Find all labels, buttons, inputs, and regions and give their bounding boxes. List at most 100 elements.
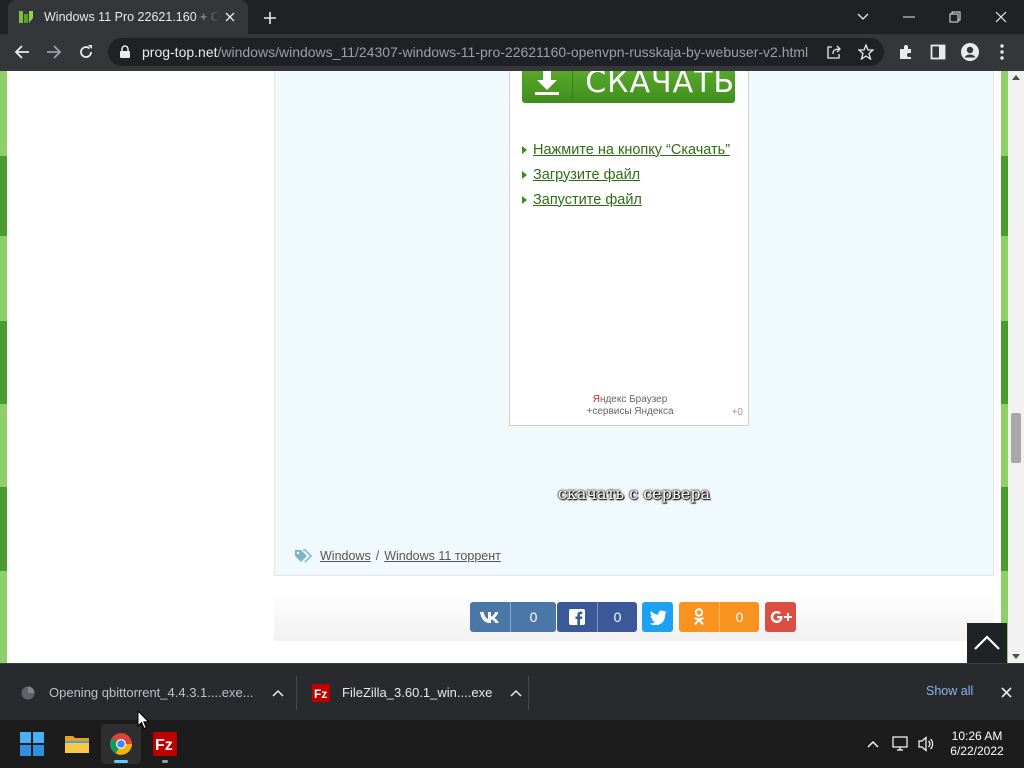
running-indicator (162, 760, 168, 763)
forward-icon[interactable] (40, 38, 68, 66)
scroll-down-icon[interactable] (1012, 654, 1020, 659)
download-button[interactable]: СКАЧАТЬ (522, 71, 735, 103)
scrollbar-thumb[interactable] (1011, 413, 1021, 463)
close-window-icon[interactable] (978, 0, 1024, 34)
lock-icon[interactable] (118, 45, 132, 59)
download-ad-block: СКАЧАТЬ Нажмите на кнопку “Скачать” Загр… (509, 71, 749, 426)
url-text[interactable]: prog-top.net/windows/windows_11/24307-wi… (142, 44, 832, 60)
vk-share-button[interactable]: 0 (470, 602, 556, 632)
chevron-up-icon[interactable] (862, 734, 884, 754)
step-item: Запустите файл (522, 187, 730, 212)
network-icon[interactable] (890, 734, 912, 754)
download-divider (296, 676, 297, 710)
extensions-icon[interactable] (892, 38, 920, 66)
chevron-up-icon (974, 635, 1000, 650)
filezilla-taskbar-button[interactable]: Fz (145, 724, 185, 764)
page-scrollbar[interactable] (1008, 71, 1024, 663)
scroll-to-top-button[interactable] (967, 623, 1007, 663)
step-item: Загрузите файл (522, 162, 730, 187)
windows-taskbar: Fz 10:26 AM 6/22/2022 (0, 720, 1024, 768)
folder-icon (65, 736, 89, 753)
tab-close-icon[interactable] (220, 7, 240, 27)
vk-share-count: 0 (510, 602, 556, 632)
chrome-icon (110, 733, 132, 755)
download-button-label: СКАЧАТЬ (585, 71, 735, 100)
twitter-share-button[interactable] (642, 602, 673, 632)
address-bar[interactable]: prog-top.net/windows/windows_11/24307-wi… (108, 38, 884, 66)
step-item: Нажмите на кнопку “Скачать” (522, 137, 730, 162)
bullet-triangle-icon (522, 170, 527, 179)
back-icon[interactable] (8, 38, 36, 66)
svg-text:Fz: Fz (155, 737, 173, 754)
download-filename: Opening qbittorrent_4.4.3.1....exe... (49, 685, 254, 700)
filezilla-file-icon: Fz (312, 683, 330, 702)
download-steps: Нажмите на кнопку “Скачать” Загрузите фа… (522, 137, 730, 212)
download-shelf: Opening qbittorrent_4.4.3.1....exe... Fz… (0, 663, 1024, 720)
ad-plus-label: +0 (731, 407, 743, 418)
minimize-icon[interactable] (886, 0, 932, 34)
ad-footer[interactable]: Яндекс Браузер +сервисы Яндекса (510, 394, 750, 418)
menu-icon[interactable] (988, 38, 1016, 66)
system-clock[interactable]: 10:26 AM 6/22/2022 (942, 729, 1012, 759)
start-button[interactable] (12, 724, 52, 764)
chevron-up-icon[interactable] (268, 689, 288, 697)
tag-link[interactable]: Windows (320, 549, 371, 563)
web-page: СКАЧАТЬ Нажмите на кнопку “Скачать” Загр… (0, 71, 1024, 663)
step-link[interactable]: Загрузите файл (533, 167, 640, 183)
windows-logo-icon (20, 732, 44, 756)
url-host: prog-top.net (142, 44, 218, 60)
odnoklassniki-share-button[interactable]: 0 (679, 602, 759, 632)
step-link[interactable]: Запустите файл (533, 192, 642, 208)
scroll-up-icon[interactable] (1012, 75, 1020, 80)
tab-strip: Windows 11 Pro 22621.160 + OpenVPN (0, 0, 1024, 34)
googleplus-share-button[interactable] (765, 602, 796, 632)
tag-separator: / (375, 549, 380, 563)
chevron-up-icon[interactable] (506, 689, 526, 697)
facebook-share-button[interactable]: 0 (557, 602, 637, 632)
url-path: /windows/windows_11/24307-windows-11-pro… (217, 44, 809, 60)
loading-spinner-icon (21, 686, 35, 699)
odnoklassniki-share-count: 0 (719, 602, 759, 632)
download-item[interactable]: Fz FileZilla_3.60.1_win....exe (312, 664, 526, 721)
star-icon[interactable] (855, 41, 877, 63)
tags-icon (295, 549, 312, 563)
profile-icon[interactable] (956, 38, 984, 66)
tab-search-chevron-icon[interactable] (840, 0, 886, 34)
download-divider (528, 676, 529, 710)
show-all-downloads-button[interactable]: Show all (926, 684, 973, 698)
browser-tab[interactable]: Windows 11 Pro 22621.160 + OpenVPN (8, 0, 248, 34)
tag-link[interactable]: Windows 11 торрент (384, 549, 501, 563)
filezilla-icon: Fz (153, 732, 177, 756)
tab-title: Windows 11 Pro 22621.160 + OpenVPN (44, 10, 220, 24)
download-filename: FileZilla_3.60.1_win....exe (342, 685, 493, 700)
volume-icon[interactable] (915, 734, 937, 754)
restore-icon[interactable] (932, 0, 978, 34)
new-tab-icon[interactable] (258, 6, 282, 30)
facebook-icon (557, 602, 597, 632)
browser-toolbar: prog-top.net/windows/windows_11/24307-wi… (0, 34, 1024, 71)
googleplus-icon (770, 611, 792, 623)
close-icon[interactable] (996, 682, 1016, 702)
bullet-triangle-icon (522, 145, 527, 154)
article-tags: Windows / Windows 11 торрент (294, 549, 501, 563)
social-share-bar: 0 0 0 (274, 593, 994, 641)
step-link[interactable]: Нажмите на кнопку “Скачать” (533, 142, 730, 158)
download-item[interactable]: Opening qbittorrent_4.4.3.1....exe... (20, 664, 288, 721)
facebook-share-count: 0 (597, 602, 637, 632)
page-left-border (0, 71, 7, 663)
download-from-server-link[interactable]: скачать с сервера (274, 484, 994, 503)
share-icon[interactable] (823, 41, 845, 63)
download-arrow-icon (522, 71, 574, 103)
reload-icon[interactable] (72, 38, 100, 66)
chrome-taskbar-button[interactable] (101, 724, 141, 764)
ad-brand-first-letter: Я (592, 394, 600, 405)
clock-time: 10:26 AM (951, 729, 1003, 743)
svg-text:Fz: Fz (314, 687, 327, 701)
file-explorer-button[interactable] (57, 724, 97, 764)
page-right-border (1001, 71, 1008, 663)
mouse-cursor-icon (137, 710, 150, 730)
vk-icon (470, 602, 510, 632)
bullet-triangle-icon (522, 195, 527, 204)
ad-brand-rest: ндекс Браузер (599, 394, 668, 405)
sidebar-icon[interactable] (924, 38, 952, 66)
